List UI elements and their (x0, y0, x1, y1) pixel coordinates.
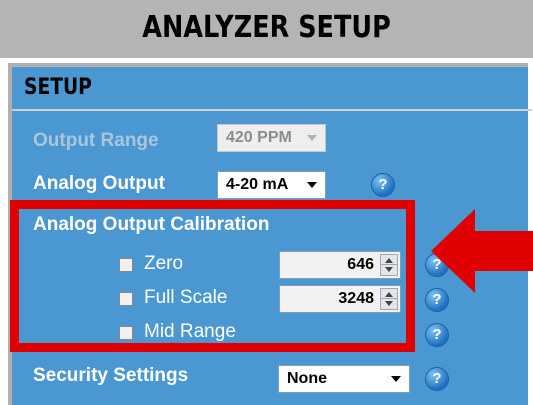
page-title: ANALYZER SETUP (142, 10, 391, 45)
stepper-down-icon[interactable] (385, 267, 393, 272)
analog-output-label: Analog Output (33, 173, 165, 194)
analog-output-select[interactable]: 4-20 mA (217, 171, 326, 199)
zero-label: Zero (144, 253, 184, 274)
header-bar: ANALYZER SETUP (0, 0, 533, 61)
stepper-up-icon[interactable] (385, 292, 393, 297)
stepper-down-icon[interactable] (385, 301, 393, 306)
red-arrow-left-icon (431, 209, 533, 293)
security-settings-label: Security Settings (33, 365, 189, 386)
calibration-title: Analog Output Calibration (33, 214, 270, 235)
help-icon[interactable]: ? (426, 368, 448, 390)
help-icon[interactable]: ? (426, 324, 448, 346)
zero-checkbox[interactable] (119, 258, 133, 272)
full-scale-stepper[interactable]: 3248 (279, 285, 401, 313)
full-scale-label: Full Scale (144, 287, 228, 308)
stepper-buttons[interactable] (380, 254, 398, 276)
output-range-select[interactable]: 420 PPM (217, 124, 326, 152)
output-range-label: Output Range (33, 130, 159, 151)
section-title: SETUP (24, 75, 92, 100)
mid-range-label: Mid Range (144, 321, 236, 342)
section-divider (12, 109, 532, 111)
help-icon[interactable]: ? (372, 174, 394, 196)
chevron-down-icon (307, 182, 317, 188)
chevron-down-icon (307, 135, 317, 141)
output-range-value: 420 PPM (226, 129, 292, 146)
zero-stepper[interactable]: 646 (279, 251, 401, 279)
analog-output-value: 4-20 mA (226, 176, 289, 193)
security-settings-value: None (287, 370, 327, 387)
mid-range-checkbox[interactable] (119, 326, 133, 340)
chevron-down-icon (391, 376, 401, 382)
security-settings-select[interactable]: None (278, 365, 410, 393)
full-scale-value: 3248 (338, 290, 374, 307)
stepper-buttons[interactable] (380, 288, 398, 310)
zero-value: 646 (347, 256, 374, 273)
full-scale-checkbox[interactable] (119, 292, 133, 306)
stepper-up-icon[interactable] (385, 258, 393, 263)
